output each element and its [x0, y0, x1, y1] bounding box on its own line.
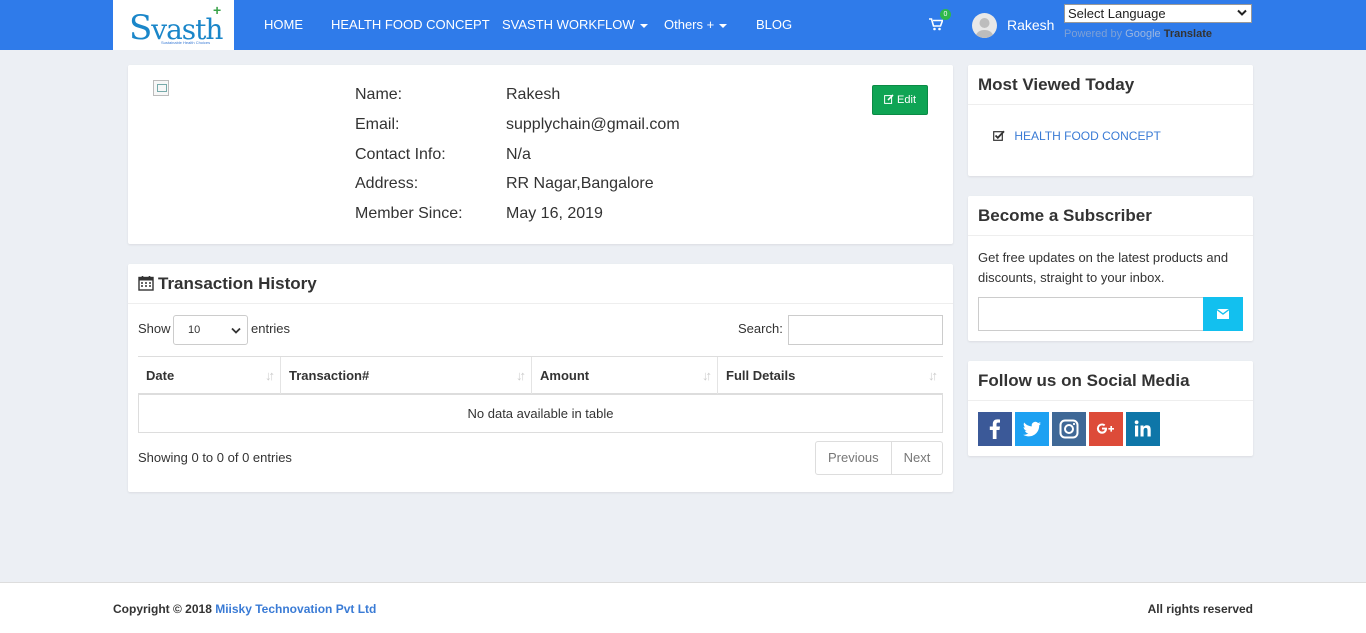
- linkedin-icon[interactable]: [1126, 412, 1160, 446]
- language-select[interactable]: Select Language: [1064, 4, 1252, 23]
- subscriber-title: Become a Subscriber: [978, 206, 1152, 225]
- sort-icon: ↓↑: [702, 368, 712, 383]
- entries-label: entries: [251, 321, 291, 336]
- member-since-value: May 16, 2019: [506, 205, 603, 222]
- table-info: Showing 0 to 0 of 0 entries: [138, 450, 292, 465]
- facebook-icon[interactable]: [978, 412, 1012, 446]
- copyright-text: Copyright © 2018 Miisky Technovation Pvt…: [113, 602, 377, 616]
- chevron-down-icon: [231, 327, 241, 334]
- sort-icon: ↓↑: [516, 368, 526, 383]
- logo-plus-mark: +: [213, 2, 222, 18]
- most-viewed-title: Most Viewed Today: [978, 75, 1135, 94]
- chevron-down-icon: [719, 23, 728, 28]
- email-label: Email:: [355, 116, 400, 133]
- google-plus-icon[interactable]: [1089, 412, 1123, 446]
- pagination: Previous Next: [815, 441, 944, 475]
- top-navbar: Svasth + Sustainable Health Choices HOME…: [0, 0, 1366, 50]
- social-media-header: Follow us on Social Media: [968, 361, 1253, 401]
- instagram-icon[interactable]: [1052, 412, 1086, 446]
- social-media-title: Follow us on Social Media: [978, 371, 1190, 390]
- envelope-icon: [1217, 309, 1229, 319]
- google-translate-credit: Powered by Google Translate: [1064, 28, 1213, 40]
- most-viewed-card: Most Viewed Today HEALTH FOOD CONCEPT: [968, 65, 1253, 176]
- profile-photo: [153, 80, 169, 96]
- member-since-label: Member Since:: [355, 205, 463, 222]
- subscriber-description: Get free updates on the latest products …: [978, 250, 1229, 285]
- table-search-input[interactable]: [788, 315, 943, 345]
- chevron-down-icon: [1237, 9, 1247, 16]
- subscriber-email-input[interactable]: [978, 297, 1204, 331]
- sort-icon: ↓↑: [265, 368, 275, 383]
- name-label: Name:: [355, 86, 403, 103]
- previous-page-button[interactable]: Previous: [816, 442, 891, 474]
- social-media-card: Follow us on Social Media: [968, 361, 1253, 456]
- nav-others[interactable]: Others +: [664, 17, 728, 32]
- table-header: Date ↓↑ Transaction# ↓↑ Amount ↓↑ Full Deta…: [138, 356, 943, 395]
- page-size-select[interactable]: 10: [173, 315, 248, 345]
- column-header-date[interactable]: Date ↓↑: [138, 357, 281, 394]
- contact-value: N/a: [506, 146, 531, 163]
- profile-card: Name: Rakesh Email: supplychain@gmail.co…: [128, 65, 953, 244]
- nav-home[interactable]: HOME: [264, 17, 303, 32]
- most-viewed-link[interactable]: HEALTH FOOD CONCEPT: [993, 129, 1161, 143]
- brand-logo[interactable]: Svasth + Sustainable Health Choices: [113, 0, 234, 50]
- page-footer: Copyright © 2018 Miisky Technovation Pvt…: [0, 582, 1366, 633]
- user-avatar[interactable]: [972, 13, 997, 38]
- transaction-history-header: Transaction History: [128, 264, 953, 304]
- column-header-transaction[interactable]: Transaction# ↓↑: [281, 357, 532, 394]
- sort-icon: ↓↑: [928, 368, 938, 383]
- most-viewed-header: Most Viewed Today: [968, 65, 1253, 105]
- nav-svasth-workflow[interactable]: SVASTH WORKFLOW: [502, 17, 648, 32]
- column-header-amount[interactable]: Amount ↓↑: [532, 357, 718, 394]
- cart-icon[interactable]: [929, 18, 944, 36]
- calendar-icon: [138, 276, 154, 291]
- transaction-history-title: Transaction History: [158, 274, 317, 293]
- address-value: RR Nagar,Bangalore: [506, 175, 654, 192]
- rights-text: All rights reserved: [1147, 602, 1253, 616]
- cart-count-badge: 0: [940, 9, 951, 20]
- edit-profile-button[interactable]: Edit: [872, 85, 928, 115]
- subscriber-header: Become a Subscriber: [968, 196, 1253, 236]
- twitter-icon[interactable]: [1015, 412, 1049, 446]
- empty-table-message: No data available in table: [138, 395, 943, 433]
- logo-tagline: Sustainable Health Choices: [161, 40, 211, 45]
- user-name[interactable]: Rakesh: [1007, 17, 1054, 33]
- nav-health-food-concept[interactable]: HEALTH FOOD CONCEPT: [331, 17, 490, 32]
- contact-label: Contact Info:: [355, 146, 446, 163]
- checkbox-checked-icon: [993, 130, 1005, 141]
- email-value: supplychain@gmail.com: [506, 116, 680, 133]
- name-value: Rakesh: [506, 86, 561, 103]
- address-label: Address:: [355, 175, 419, 192]
- company-link[interactable]: Miisky Technovation Pvt Ltd: [215, 602, 376, 616]
- next-page-button[interactable]: Next: [890, 442, 943, 474]
- nav-blog[interactable]: BLOG: [756, 17, 792, 32]
- transaction-history-card: Transaction History Show 10 entries Sear…: [128, 264, 953, 492]
- show-label: Show: [138, 321, 171, 336]
- search-label: Search:: [738, 321, 783, 336]
- edit-icon: [884, 94, 894, 104]
- chevron-down-icon: [639, 23, 648, 28]
- subscriber-card: Become a Subscriber Get free updates on …: [968, 196, 1253, 341]
- subscribe-button[interactable]: [1203, 297, 1243, 331]
- column-header-full-details[interactable]: Full Details ↓↑: [718, 357, 943, 394]
